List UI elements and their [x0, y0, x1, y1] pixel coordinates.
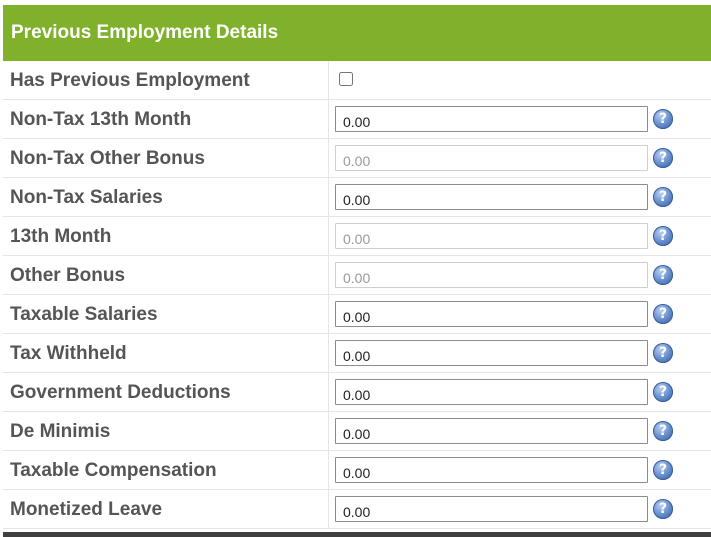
- previous-employment-panel: Previous Employment Details Has Previous…: [0, 0, 711, 537]
- form-row-tax-withheld: Tax Withheld?: [3, 334, 711, 373]
- panel-header: Previous Employment Details: [3, 5, 711, 61]
- has-previous-employment-label: Has Previous Employment: [10, 70, 250, 91]
- help-question-icon[interactable]: ?: [653, 304, 673, 324]
- government-deductions-label: Government Deductions: [10, 382, 231, 403]
- non-tax-other-bonus-input: [335, 145, 648, 171]
- tax-withheld-input[interactable]: [335, 340, 648, 366]
- taxable-compensation-label: Taxable Compensation: [10, 460, 217, 481]
- help-question-icon[interactable]: ?: [653, 382, 673, 402]
- taxable-compensation-input[interactable]: [335, 457, 648, 483]
- non-tax-other-bonus-label: Non-Tax Other Bonus: [10, 148, 205, 169]
- column-divider: [328, 490, 329, 529]
- monetized-leave-input[interactable]: [335, 496, 648, 522]
- help-question-icon[interactable]: ?: [653, 265, 673, 285]
- help-question-icon[interactable]: ?: [653, 460, 673, 480]
- form-row-non-tax-13th-month: Non-Tax 13th Month?: [3, 100, 711, 139]
- form-row-taxable-compensation: Taxable Compensation?: [3, 451, 711, 490]
- other-bonus-label: Other Bonus: [10, 265, 126, 286]
- form-row-government-deductions: Government Deductions?: [3, 373, 711, 412]
- help-question-icon[interactable]: ?: [653, 343, 673, 363]
- column-divider: [328, 295, 329, 334]
- form-row-other-bonus: Other Bonus?: [3, 256, 711, 295]
- help-question-icon[interactable]: ?: [653, 421, 673, 441]
- form-row-monetized-leave: Monetized Leave?: [3, 490, 711, 529]
- form-row-non-tax-other-bonus: Non-Tax Other Bonus?: [3, 139, 711, 178]
- column-divider: [328, 412, 329, 451]
- monetized-leave-label: Monetized Leave: [10, 499, 163, 520]
- form-row-non-tax-salaries: Non-Tax Salaries?: [3, 178, 711, 217]
- taxable-salaries-label: Taxable Salaries: [10, 304, 158, 325]
- de-minimis-label: De Minimis: [10, 421, 111, 442]
- help-question-icon[interactable]: ?: [653, 226, 673, 246]
- form-row-de-minimis: De Minimis?: [3, 412, 711, 451]
- non-tax-salaries-input[interactable]: [335, 184, 648, 210]
- de-minimis-input[interactable]: [335, 418, 648, 444]
- government-deductions-input[interactable]: [335, 379, 648, 405]
- other-bonus-input: [335, 262, 648, 288]
- panel-title: Previous Employment Details: [11, 22, 279, 43]
- column-divider: [328, 100, 329, 139]
- help-question-icon[interactable]: ?: [653, 109, 673, 129]
- tax-withheld-label: Tax Withheld: [10, 343, 127, 364]
- column-divider: [328, 178, 329, 217]
- form-row-has-previous-employment: Has Previous Employment: [3, 61, 711, 100]
- form-row-13th-month: 13th Month?: [3, 217, 711, 256]
- taxable-salaries-input[interactable]: [335, 301, 648, 327]
- help-question-icon[interactable]: ?: [653, 499, 673, 519]
- column-divider: [328, 139, 329, 178]
- help-question-icon[interactable]: ?: [653, 148, 673, 168]
- non-tax-13th-month-input[interactable]: [335, 106, 648, 132]
- non-tax-13th-month-label: Non-Tax 13th Month: [10, 109, 192, 130]
- column-divider: [328, 451, 329, 490]
- column-divider: [328, 61, 329, 100]
- non-tax-salaries-label: Non-Tax Salaries: [10, 187, 163, 208]
- column-divider: [328, 256, 329, 295]
- has-previous-employment-checkbox[interactable]: [339, 72, 353, 86]
- footer-bar: [3, 532, 711, 537]
- form-row-taxable-salaries: Taxable Salaries?: [3, 295, 711, 334]
- help-question-icon[interactable]: ?: [653, 187, 673, 207]
- form-rows: Has Previous Employment Non-Tax 13th Mon…: [3, 61, 711, 529]
- 13th-month-label: 13th Month: [10, 226, 112, 247]
- column-divider: [328, 373, 329, 412]
- 13th-month-input: [335, 223, 648, 249]
- column-divider: [328, 217, 329, 256]
- column-divider: [328, 334, 329, 373]
